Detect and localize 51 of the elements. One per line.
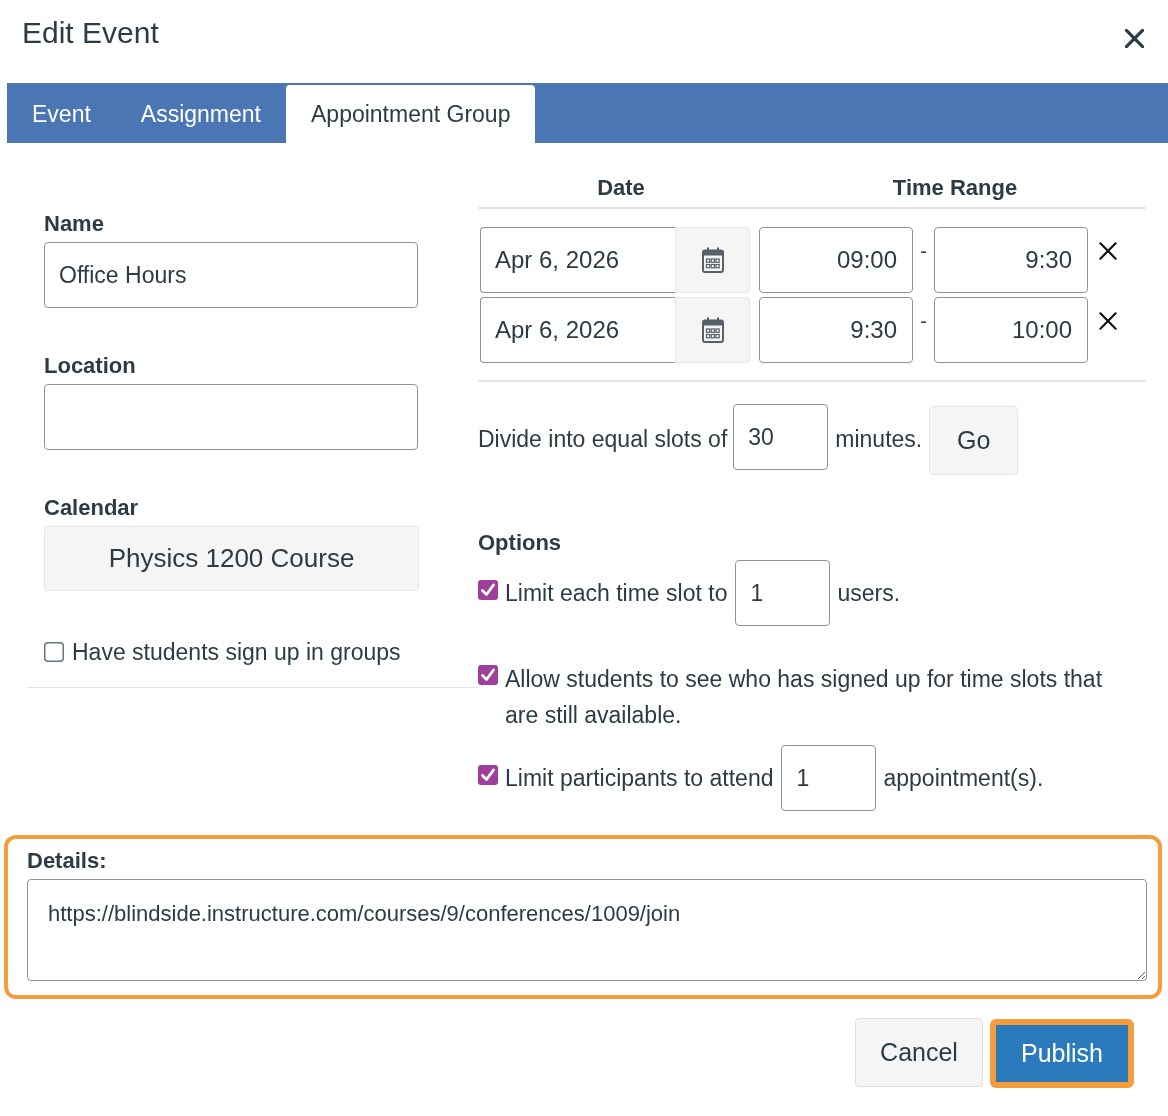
section-heading: Options [478, 529, 563, 557]
tab[interactable]: Assignment [115, 85, 286, 143]
publish-button[interactable]: Publish [990, 1019, 1134, 1088]
close-icon [1125, 29, 1144, 48]
checkbox[interactable] [478, 765, 498, 785]
option-label: Limit each time slot to [505, 579, 728, 608]
close-button[interactable] [1125, 29, 1144, 48]
cancel-button[interactable]: Cancel [855, 1018, 983, 1087]
calendar-select-button[interactable]: Physics 1200 Course [44, 526, 419, 591]
start-time-input[interactable]: 09:00 [759, 227, 913, 293]
option-unit: users. [837, 579, 901, 608]
tab[interactable]: Appointment Group [286, 85, 536, 143]
close-icon [1099, 242, 1117, 260]
start-time-input[interactable]: 9:30 [759, 297, 913, 363]
checkbox[interactable] [478, 580, 498, 600]
divide-label: Divide into equal slots of [478, 425, 728, 454]
end-time-input[interactable]: 9:30 [934, 227, 1088, 293]
minutes-label: minutes. [835, 425, 923, 454]
text-input[interactable]: Office Hours [44, 242, 418, 308]
option-unit: appointment(s). [883, 764, 1044, 793]
go-button[interactable]: Go [929, 406, 1019, 475]
checkbox-label: Have students sign up in groups [72, 638, 401, 667]
end-time-input[interactable]: 10:00 [934, 297, 1088, 363]
slot-minutes-input[interactable]: 30 [733, 404, 829, 470]
number-input[interactable]: 1 [781, 745, 877, 811]
column-heading: Date [596, 174, 646, 202]
close-icon [1099, 312, 1117, 330]
details-label: Details: [27, 847, 108, 875]
checkbox[interactable] [44, 642, 64, 662]
option-label: Allow students to see who has signed up for time slots that are still available. [505, 665, 1104, 730]
details-textarea[interactable]: https://blindside.instructure.com/courses/9/conferences/1009/join [27, 879, 1147, 981]
range-separator: - [919, 241, 928, 261]
calendar-icon [701, 247, 724, 273]
tab[interactable]: Event [7, 85, 116, 143]
date-input[interactable]: Apr 6, 2026 [480, 227, 675, 293]
calendar-icon [701, 317, 724, 343]
checkbox[interactable] [478, 665, 498, 685]
number-input[interactable]: 1 [735, 560, 831, 626]
field-label: Location [44, 352, 137, 380]
column-heading: Time Range [891, 174, 1019, 202]
date-input[interactable]: Apr 6, 2026 [480, 297, 675, 363]
remove-slot-button[interactable] [1099, 312, 1117, 330]
text-input[interactable] [44, 384, 418, 450]
remove-slot-button[interactable] [1099, 242, 1117, 260]
calendar-button[interactable] [675, 227, 750, 293]
calendar-button[interactable] [675, 297, 750, 363]
dialog-title: Edit Event [22, 15, 159, 51]
field-label: Calendar [44, 494, 140, 522]
range-separator: - [919, 311, 928, 331]
field-label: Name [44, 210, 105, 238]
option-label: Limit participants to attend [505, 764, 774, 793]
